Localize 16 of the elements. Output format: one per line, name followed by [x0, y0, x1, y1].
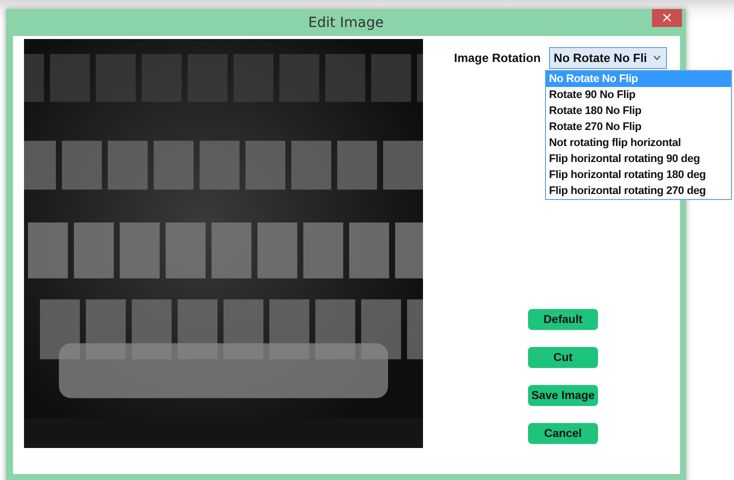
close-button[interactable]: × [652, 9, 682, 27]
action-button[interactable]: Default [528, 309, 598, 330]
action-button[interactable]: Cancel [528, 423, 598, 444]
dropdown-option[interactable]: Rotate 90 No Flip [546, 87, 731, 103]
dropdown-option[interactable]: Flip horizontal rotating 180 deg [546, 167, 731, 183]
dropdown-option[interactable]: Rotate 180 No Flip [546, 103, 731, 119]
window-title: Edit Image [308, 14, 384, 30]
action-button[interactable]: Cut [528, 347, 598, 368]
dropdown-option[interactable]: Flip horizontal rotating 90 deg [546, 151, 731, 167]
dropdown-option[interactable]: Not rotating flip horizontal [546, 135, 731, 151]
field-label: Image Rotation [454, 51, 541, 65]
rotation-dropdown[interactable]: No Rotate No Fli [548, 47, 667, 69]
caret-icon [652, 55, 661, 61]
dropdown-option[interactable]: Flip horizontal rotating 270 deg [546, 183, 731, 199]
dropdown-option[interactable]: Rotate 270 No Flip [546, 119, 731, 135]
action-button[interactable]: Save Image [528, 385, 598, 406]
